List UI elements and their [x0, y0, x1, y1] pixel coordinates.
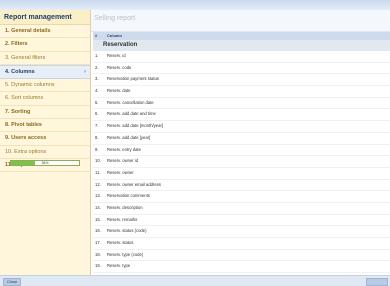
- row-label: Reserv. type: [107, 263, 131, 269]
- header-num: #: [95, 33, 98, 38]
- row-number: 3.: [95, 76, 99, 82]
- sidebar-step-label: 3. General filters: [5, 54, 46, 61]
- row-label: Reserv. owner email address: [107, 181, 161, 187]
- sidebar-step[interactable]: 1. General details: [0, 25, 90, 39]
- header-column[interactable]: Column: [107, 32, 122, 40]
- table-row[interactable]: 2. Reserv. code: [93, 63, 390, 75]
- sidebar-step-label: 5. Dynamic columns: [5, 82, 55, 89]
- row-label: Reserv. type (code): [107, 251, 144, 257]
- row-number: 5.: [95, 99, 99, 105]
- row-number: 14.: [95, 204, 101, 210]
- row-label: Reserv. date: [107, 88, 131, 94]
- table-row[interactable]: 18. Reserv. type (code): [93, 250, 390, 262]
- row-label: Reserv. add date [year]: [107, 134, 151, 140]
- row-number: 6.: [95, 111, 99, 117]
- grid-header: # Column: [93, 32, 390, 40]
- row-number: 9.: [95, 146, 99, 152]
- row-label: Reserv. id: [107, 53, 126, 58]
- row-label: Reserv. owner: [107, 169, 134, 175]
- columns-grid: # Column Reservation 1. Reserv. id 2. Reser…: [93, 32, 390, 285]
- row-number: 16.: [95, 228, 101, 234]
- sidebar-step[interactable]: 10. Extra options: [0, 146, 90, 159]
- progress-bar: 36%: [10, 160, 80, 166]
- row-number: 15.: [95, 216, 101, 222]
- row-label: Reservation payment status: [107, 76, 159, 82]
- row-number: 19.: [95, 263, 101, 269]
- sidebar-step-label: 7. Sorting: [5, 108, 31, 115]
- sidebar-step-label: 8. Pivot tables: [5, 122, 42, 129]
- table-row[interactable]: 19. Reserv. type: [93, 261, 390, 274]
- sidebar-step[interactable]: 2. Filters: [0, 38, 90, 52]
- main-panel: Selling report # Column Reservation 1. Re…: [91, 10, 390, 285]
- table-row[interactable]: 13. Reservation comments: [93, 191, 390, 203]
- row-number: 4.: [95, 88, 99, 94]
- row-label: Reservation comments: [107, 193, 150, 199]
- table-row[interactable]: 1. Reserv. id: [93, 51, 390, 63]
- progress-label: 36%: [41, 161, 49, 165]
- row-label: Reserv. cancellation date: [107, 99, 154, 105]
- sidebar-title: Report management: [0, 10, 90, 25]
- table-row[interactable]: 4. Reserv. date: [93, 86, 390, 98]
- row-label: Reserv. status: [107, 240, 134, 245]
- row-number: 7.: [95, 123, 99, 129]
- row-number: 10.: [95, 158, 101, 164]
- bottom-bar: Close: [0, 275, 390, 286]
- sidebar-step-label: 9. Users access: [5, 135, 47, 142]
- sidebar-step[interactable]: 7. Sorting: [0, 106, 90, 120]
- row-label: Reserv. add date and time: [107, 111, 156, 117]
- sidebar-step-label: 10. Extra options: [5, 148, 47, 155]
- chevron-right-icon: ›: [84, 68, 86, 75]
- row-label: Reserv. status (code): [107, 228, 147, 234]
- table-row[interactable]: 7. Reserv. add date [month/year]: [93, 121, 390, 133]
- table-row[interactable]: 10. Reserv. owner id: [93, 156, 390, 168]
- table-row[interactable]: 11. Reserv. owner: [93, 168, 390, 180]
- table-row[interactable]: 6. Reserv. add date and time: [93, 109, 390, 122]
- table-row[interactable]: 14. Reserv. description: [93, 203, 390, 215]
- row-label: Reserv. entry date: [107, 146, 141, 152]
- sidebar-step[interactable]: 8. Pivot tables: [0, 119, 90, 133]
- row-number: 8.: [95, 134, 99, 140]
- row-label: Reserv. owner id: [107, 158, 139, 164]
- group-row-reservation[interactable]: Reservation: [93, 40, 390, 51]
- wizard-sidebar: Report management 1. General details 2. F…: [0, 10, 91, 275]
- row-number: 18.: [95, 251, 101, 257]
- row-label: Reserv. description: [107, 204, 143, 210]
- row-label: Reserv. add date [month/year]: [107, 123, 164, 129]
- row-number: 2.: [95, 64, 99, 70]
- table-row[interactable]: 8. Reserv. add date [year]: [93, 133, 390, 145]
- table-row[interactable]: 5. Reserv. cancellation date: [93, 98, 390, 110]
- table-row[interactable]: 12. Reserv. owner email address: [93, 180, 390, 192]
- table-row[interactable]: 16. Reserv. status (code): [93, 226, 390, 238]
- row-number: 12.: [95, 181, 101, 187]
- sidebar-step[interactable]: 5. Dynamic columns: [0, 79, 90, 93]
- row-number: 17.: [95, 240, 101, 245]
- table-row[interactable]: 9. Reserv. entry date: [93, 145, 390, 157]
- sidebar-step-label: 4. Columns: [5, 68, 35, 75]
- row-label: Reserv. code: [107, 64, 132, 70]
- row-label: Reserv. remarks: [107, 216, 138, 222]
- sidebar-step[interactable]: 6. Sort columns: [0, 92, 90, 106]
- top-bar: [0, 0, 390, 10]
- table-row[interactable]: 15. Reserv. remarks: [93, 215, 390, 227]
- sidebar-step-label: 6. Sort columns: [5, 95, 44, 102]
- row-number: 11.: [95, 169, 101, 175]
- table-row[interactable]: 17. Reserv. status: [93, 238, 390, 250]
- row-number: 1.: [95, 53, 99, 58]
- sidebar-step-label: 2. Filters: [5, 41, 28, 48]
- page-title: Selling report: [91, 10, 390, 32]
- sidebar-step[interactable]: 9. Users access: [0, 132, 90, 146]
- grid-rows: 1. Reserv. id 2. Reserv. code 3. Reservation …: [93, 51, 390, 285]
- sidebar-step-label: 1. General details: [5, 28, 51, 34]
- row-number: 13.: [95, 193, 101, 199]
- wizard-steps: 1. General details 2. Filters 3. General f…: [0, 25, 90, 173]
- table-row[interactable]: 3. Reservation payment status: [93, 74, 390, 87]
- sidebar-step[interactable]: 4. Columns ›: [0, 64, 90, 80]
- sidebar-step[interactable]: 3. General filters: [0, 52, 90, 65]
